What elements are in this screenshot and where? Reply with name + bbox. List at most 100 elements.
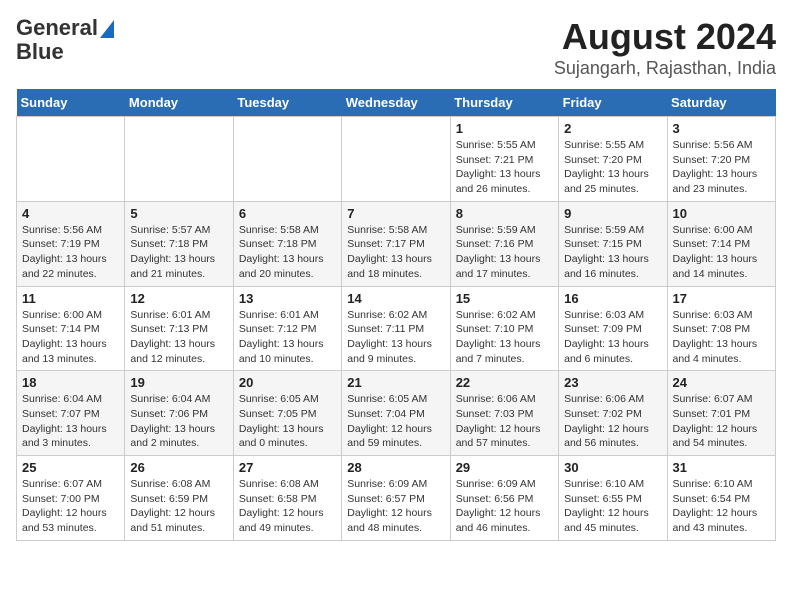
calendar-cell: 29Sunrise: 6:09 AMSunset: 6:56 PMDayligh… xyxy=(450,456,558,541)
cell-info: Sunrise: 6:02 AMSunset: 7:11 PMDaylight:… xyxy=(347,308,444,367)
day-number: 1 xyxy=(456,121,553,136)
header-day-wednesday: Wednesday xyxy=(342,89,450,117)
calendar-cell: 2 Sunrise: 5:55 AMSunset: 7:20 PMDaylight… xyxy=(559,117,667,202)
day-number: 27 xyxy=(239,460,336,475)
day-number: 2 xyxy=(564,121,661,136)
cell-info: Sunrise: 5:59 AMSunset: 7:15 PMDaylight:… xyxy=(564,223,661,282)
day-number: 26 xyxy=(130,460,227,475)
day-number: 6 xyxy=(239,206,336,221)
calendar-cell: 11 Sunrise: 6:00 AMSunset: 7:14 PMDayligh… xyxy=(17,286,125,371)
calendar-cell: 28 Sunrise: 6:09 AMSunset: 6:57 PMDayligh… xyxy=(342,456,450,541)
cell-info: Sunrise: 6:08 AMSunset: 6:58 PMDaylight:… xyxy=(239,477,336,536)
cell-info: Sunrise: 6:06 AMSunset: 7:02 PMDaylight:… xyxy=(564,392,661,451)
day-number: 16 xyxy=(564,291,661,306)
day-number: 14 xyxy=(347,291,444,306)
calendar-cell: 31 Sunrise: 6:10 AMSunset: 6:54 PMDayligh… xyxy=(667,456,775,541)
cell-info: Sunrise: 6:05 AMSunset: 7:05 PMDaylight:… xyxy=(239,392,336,451)
cell-info: Sunrise: 6:06 AMSunset: 7:03 PMDaylight:… xyxy=(456,392,553,451)
calendar-cell: 27 Sunrise: 6:08 AMSunset: 6:58 PMDayligh… xyxy=(233,456,341,541)
calendar-cell: 3 Sunrise: 5:56 AMSunset: 7:20 PMDaylight… xyxy=(667,117,775,202)
logo: General Blue xyxy=(16,16,114,64)
calendar-cell: 21 Sunrise: 6:05 AMSunset: 7:04 PMDayligh… xyxy=(342,371,450,456)
week-row-4: 18 Sunrise: 6:04 AMSunset: 7:07 PMDayligh… xyxy=(17,371,776,456)
header-day-thursday: Thursday xyxy=(450,89,558,117)
cell-info: Sunrise: 6:03 AMSunset: 7:09 PMDaylight:… xyxy=(564,308,661,367)
calendar-cell: 8Sunrise: 5:59 AMSunset: 7:16 PMDaylight… xyxy=(450,201,558,286)
day-number: 3 xyxy=(673,121,770,136)
header-day-saturday: Saturday xyxy=(667,89,775,117)
day-number: 31 xyxy=(673,460,770,475)
week-row-5: 25 Sunrise: 6:07 AMSunset: 7:00 PMDayligh… xyxy=(17,456,776,541)
day-number: 24 xyxy=(673,375,770,390)
calendar-cell: 14 Sunrise: 6:02 AMSunset: 7:11 PMDayligh… xyxy=(342,286,450,371)
calendar-cell: 1 Sunrise: 5:55 AMSunset: 7:21 PMDaylight… xyxy=(450,117,558,202)
calendar-cell: 13Sunrise: 6:01 AMSunset: 7:12 PMDayligh… xyxy=(233,286,341,371)
day-number: 9 xyxy=(564,206,661,221)
day-number: 19 xyxy=(130,375,227,390)
cell-info: Sunrise: 6:09 AMSunset: 6:57 PMDaylight:… xyxy=(347,477,444,536)
day-number: 22 xyxy=(456,375,553,390)
calendar-cell: 12 Sunrise: 6:01 AMSunset: 7:13 PMDayligh… xyxy=(125,286,233,371)
cell-info: Sunrise: 6:01 AMSunset: 7:12 PMDaylight:… xyxy=(239,308,336,367)
cell-info: Sunrise: 5:55 AMSunset: 7:20 PMDaylight:… xyxy=(564,138,661,197)
calendar-cell: 4Sunrise: 5:56 AMSunset: 7:19 PMDaylight… xyxy=(17,201,125,286)
cell-info: Sunrise: 5:57 AMSunset: 7:18 PMDaylight:… xyxy=(130,223,227,282)
day-number: 28 xyxy=(347,460,444,475)
header-day-friday: Friday xyxy=(559,89,667,117)
day-number: 12 xyxy=(130,291,227,306)
calendar-cell: 26Sunrise: 6:08 AMSunset: 6:59 PMDayligh… xyxy=(125,456,233,541)
header-day-monday: Monday xyxy=(125,89,233,117)
day-number: 11 xyxy=(22,291,119,306)
calendar-cell: 18 Sunrise: 6:04 AMSunset: 7:07 PMDayligh… xyxy=(17,371,125,456)
day-number: 15 xyxy=(456,291,553,306)
day-number: 25 xyxy=(22,460,119,475)
calendar-cell: 19 Sunrise: 6:04 AMSunset: 7:06 PMDayligh… xyxy=(125,371,233,456)
day-number: 17 xyxy=(673,291,770,306)
calendar-cell xyxy=(233,117,341,202)
cell-info: Sunrise: 6:07 AMSunset: 7:01 PMDaylight:… xyxy=(673,392,770,451)
title-block: August 2024 Sujangarh, Rajasthan, India xyxy=(554,16,776,79)
calendar-cell: 9 Sunrise: 5:59 AMSunset: 7:15 PMDaylight… xyxy=(559,201,667,286)
week-row-1: 1 Sunrise: 5:55 AMSunset: 7:21 PMDaylight… xyxy=(17,117,776,202)
week-row-2: 4Sunrise: 5:56 AMSunset: 7:19 PMDaylight… xyxy=(17,201,776,286)
day-number: 10 xyxy=(673,206,770,221)
cell-info: Sunrise: 5:58 AMSunset: 7:17 PMDaylight:… xyxy=(347,223,444,282)
calendar-cell: 22 Sunrise: 6:06 AMSunset: 7:03 PMDayligh… xyxy=(450,371,558,456)
calendar-cell: 10Sunrise: 6:00 AMSunset: 7:14 PMDayligh… xyxy=(667,201,775,286)
day-number: 21 xyxy=(347,375,444,390)
cell-info: Sunrise: 6:00 AMSunset: 7:14 PMDaylight:… xyxy=(22,308,119,367)
cell-info: Sunrise: 5:59 AMSunset: 7:16 PMDaylight:… xyxy=(456,223,553,282)
calendar-cell: 23Sunrise: 6:06 AMSunset: 7:02 PMDayligh… xyxy=(559,371,667,456)
calendar-cell xyxy=(125,117,233,202)
cell-info: Sunrise: 5:56 AMSunset: 7:20 PMDaylight:… xyxy=(673,138,770,197)
day-number: 30 xyxy=(564,460,661,475)
calendar-cell: 17 Sunrise: 6:03 AMSunset: 7:08 PMDayligh… xyxy=(667,286,775,371)
cell-info: Sunrise: 6:07 AMSunset: 7:00 PMDaylight:… xyxy=(22,477,119,536)
cell-info: Sunrise: 5:58 AMSunset: 7:18 PMDaylight:… xyxy=(239,223,336,282)
cell-info: Sunrise: 6:04 AMSunset: 7:06 PMDaylight:… xyxy=(130,392,227,451)
calendar-cell: 5Sunrise: 5:57 AMSunset: 7:18 PMDaylight… xyxy=(125,201,233,286)
calendar-cell: 6 Sunrise: 5:58 AMSunset: 7:18 PMDaylight… xyxy=(233,201,341,286)
day-number: 29 xyxy=(456,460,553,475)
day-number: 7 xyxy=(347,206,444,221)
week-row-3: 11 Sunrise: 6:00 AMSunset: 7:14 PMDayligh… xyxy=(17,286,776,371)
calendar-cell: 24 Sunrise: 6:07 AMSunset: 7:01 PMDayligh… xyxy=(667,371,775,456)
logo-text: General xyxy=(16,16,114,40)
cell-info: Sunrise: 6:03 AMSunset: 7:08 PMDaylight:… xyxy=(673,308,770,367)
header-day-sunday: Sunday xyxy=(17,89,125,117)
cell-info: Sunrise: 6:05 AMSunset: 7:04 PMDaylight:… xyxy=(347,392,444,451)
logo-blue: Blue xyxy=(16,40,64,64)
day-number: 4 xyxy=(22,206,119,221)
calendar-cell xyxy=(342,117,450,202)
cell-info: Sunrise: 6:10 AMSunset: 6:55 PMDaylight:… xyxy=(564,477,661,536)
cell-info: Sunrise: 5:55 AMSunset: 7:21 PMDaylight:… xyxy=(456,138,553,197)
logo-general: General xyxy=(16,15,98,40)
cell-info: Sunrise: 6:01 AMSunset: 7:13 PMDaylight:… xyxy=(130,308,227,367)
cell-info: Sunrise: 6:04 AMSunset: 7:07 PMDaylight:… xyxy=(22,392,119,451)
calendar-cell: 30 Sunrise: 6:10 AMSunset: 6:55 PMDayligh… xyxy=(559,456,667,541)
cell-info: Sunrise: 6:10 AMSunset: 6:54 PMDaylight:… xyxy=(673,477,770,536)
day-number: 18 xyxy=(22,375,119,390)
calendar-cell xyxy=(17,117,125,202)
calendar-cell: 16 Sunrise: 6:03 AMSunset: 7:09 PMDayligh… xyxy=(559,286,667,371)
header-row: SundayMondayTuesdayWednesdayThursdayFrid… xyxy=(17,89,776,117)
